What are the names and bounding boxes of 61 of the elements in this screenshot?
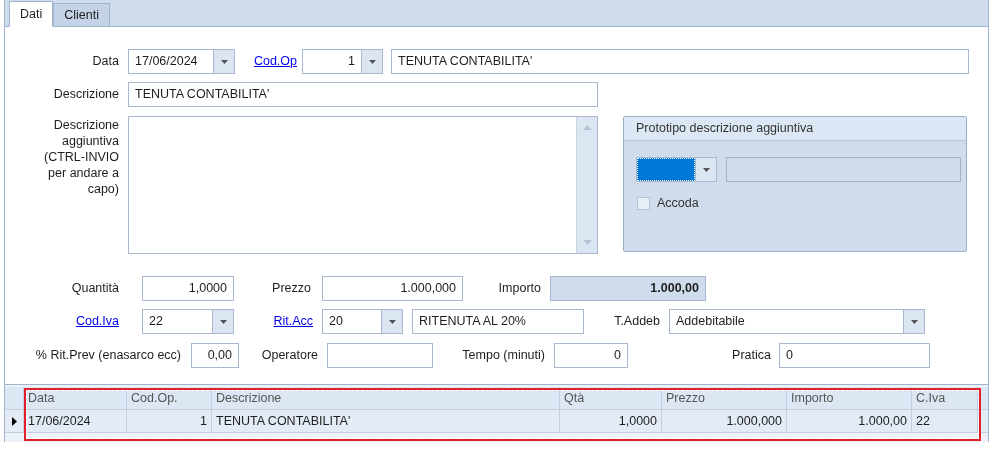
text-field[interactable]: 1.000,000	[322, 276, 463, 301]
table-cell: TENUTA CONTABILITA'	[212, 410, 560, 432]
field-label: Tempo (minuti)	[462, 347, 545, 365]
text-field[interactable]: 1,0000	[142, 276, 234, 301]
combo-box[interactable]	[636, 157, 717, 182]
text-field[interactable]: 0	[554, 343, 628, 368]
amount-field[interactable]: 1.000,00	[550, 276, 706, 301]
table-cell: 17/06/2024	[24, 410, 127, 432]
table-cell: 1.000,00	[787, 410, 912, 432]
group-title: Prototipo descrizione aggiuntiva	[636, 120, 814, 138]
field-label: Descrizione aggiuntiva (CTRL-INVIO per andare a capo)	[43, 117, 119, 197]
column-header[interactable]: C.Iva	[912, 387, 978, 409]
table-cell: 1,0000	[560, 410, 662, 432]
caret-icon	[220, 59, 228, 64]
combo-box[interactable]: 17/06/2024	[128, 49, 235, 74]
field-label: Importo	[498, 280, 541, 298]
text-field[interactable]: TENUTA CONTABILITA'	[391, 49, 969, 74]
field-label: % Rit.Prev (enasarco ecc)	[35, 347, 181, 365]
checkbox[interactable]	[637, 196, 650, 210]
column-header[interactable]: Cod.Op.	[127, 387, 212, 409]
field-label: Descrizione	[53, 86, 119, 104]
caret-icon	[910, 319, 918, 324]
combo-box[interactable]: 20	[322, 309, 403, 334]
scrollbar[interactable]	[576, 117, 597, 253]
field-label: Pratica	[732, 347, 771, 365]
scroll-up-icon	[582, 125, 592, 130]
text-field[interactable]	[726, 157, 961, 182]
text-field[interactable]	[327, 343, 433, 368]
column-header[interactable]: Importo	[787, 387, 912, 409]
memo-field[interactable]	[128, 116, 598, 254]
text-field[interactable]: 0	[779, 343, 930, 368]
text-field[interactable]: 0,00	[191, 343, 239, 368]
combo-box[interactable]: Addebitabile	[669, 309, 925, 334]
tab[interactable]: Dati	[9, 1, 54, 27]
field-label: Prezzo	[272, 280, 311, 298]
combo-box[interactable]: 22	[142, 309, 234, 334]
column-header[interactable]: Qtà	[560, 387, 662, 409]
scroll-down-icon	[582, 240, 592, 245]
caret-icon	[368, 59, 376, 64]
table-cell: 1	[127, 410, 212, 432]
text-field[interactable]: RITENUTA AL 20%	[412, 309, 584, 334]
column-header[interactable]: Data	[24, 387, 127, 409]
combo-box[interactable]: 1	[302, 49, 383, 74]
caret-icon	[388, 319, 396, 324]
field-link[interactable]: Cod.Op	[253, 52, 297, 71]
text-field[interactable]: TENUTA CONTABILITA'	[128, 82, 598, 107]
field-link[interactable]: Cod.Iva	[75, 312, 119, 331]
field-label: Data	[92, 53, 119, 71]
tab[interactable]: Clienti	[53, 3, 110, 26]
table-cell: 22	[912, 410, 978, 432]
table-cell: 1.000,000	[662, 410, 787, 432]
field-label: Operatore	[261, 347, 318, 365]
field-link[interactable]: Rit.Acc	[273, 312, 313, 331]
caret-icon	[219, 319, 227, 324]
column-header[interactable]: Prezzo	[662, 387, 787, 409]
row-indicator-icon	[11, 416, 17, 426]
column-header[interactable]: Descrizione	[212, 387, 560, 409]
checkbox-label: Accoda	[657, 195, 699, 212]
field-label: T.Addeb	[614, 313, 660, 331]
field-label: Quantità	[71, 280, 119, 298]
caret-icon	[702, 167, 710, 172]
